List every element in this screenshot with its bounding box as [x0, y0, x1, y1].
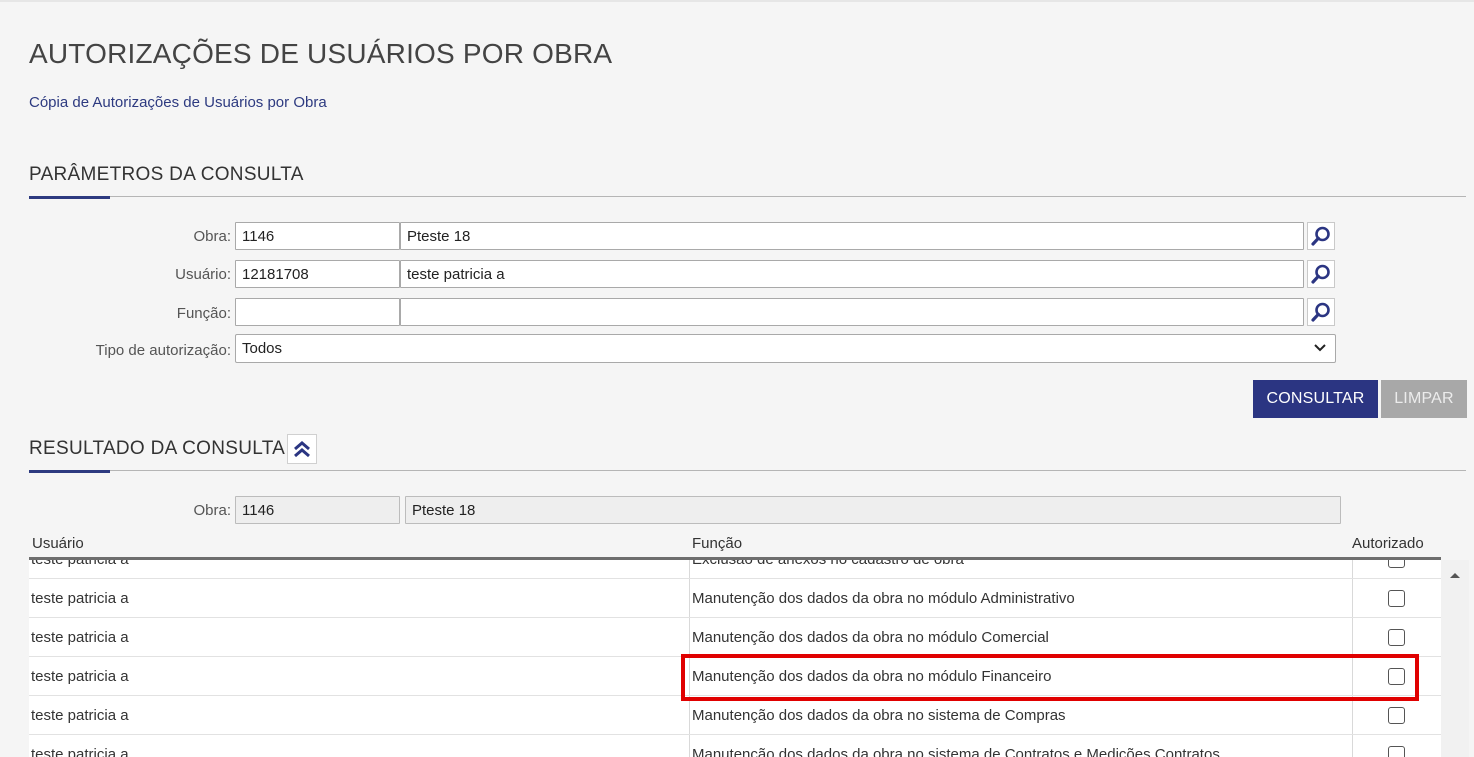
limpar-button[interactable]: LIMPAR: [1381, 380, 1467, 418]
column-separator: [689, 696, 690, 734]
autorizado-checkbox[interactable]: [1388, 629, 1405, 646]
obra-label: Obra:: [193, 228, 231, 245]
column-separator: [689, 560, 690, 578]
cell-usuario: teste patricia a: [31, 629, 129, 646]
cell-usuario: teste patricia a: [31, 590, 129, 607]
result-obra-label: Obra:: [193, 502, 231, 519]
top-border: [0, 0, 1474, 2]
column-separator: [689, 579, 690, 617]
autorizado-checkbox[interactable]: [1388, 707, 1405, 724]
column-separator: [689, 657, 690, 695]
table-row: teste patricia a Manutenção dos dados da…: [29, 735, 1441, 757]
cell-usuario: teste patricia a: [31, 746, 129, 757]
grid-vertical-scrollbar[interactable]: [1441, 560, 1469, 757]
column-separator: [689, 735, 690, 757]
column-header-autorizado[interactable]: Autorizado: [1352, 535, 1424, 552]
search-icon: [1311, 264, 1330, 284]
autorizado-checkbox[interactable]: [1388, 590, 1405, 607]
cell-funcao: Manutenção dos dados da obra no módulo A…: [692, 590, 1075, 607]
scroll-up-arrow-icon[interactable]: [1441, 565, 1469, 585]
column-separator: [1352, 696, 1353, 734]
result-section-accent: [29, 470, 110, 473]
cell-funcao: Manutenção dos dados da obra no módulo F…: [692, 668, 1052, 685]
search-icon: [1311, 226, 1330, 246]
autorizado-checkbox[interactable]: [1388, 746, 1405, 757]
column-header-funcao[interactable]: Função: [692, 535, 742, 552]
chevron-down-icon: [1314, 344, 1326, 352]
table-row: teste patricia a Exclusão de anexos no c…: [29, 560, 1441, 579]
page-title: AUTORIZAÇÕES DE USUÁRIOS POR OBRA: [29, 38, 613, 69]
usuario-code-input[interactable]: [235, 260, 400, 288]
cell-usuario: teste patricia a: [31, 707, 129, 724]
params-section-accent: [29, 196, 110, 199]
copy-authorizations-link[interactable]: Cópia de Autorizações de Usuários por Ob…: [29, 94, 327, 111]
cell-funcao: Manutenção dos dados da obra no sistema …: [692, 746, 1220, 757]
params-section-rule: [29, 196, 1466, 197]
usuario-name-input[interactable]: [400, 260, 1304, 288]
column-separator: [1352, 657, 1353, 695]
tipo-autorizacao-select[interactable]: Todos: [235, 334, 1336, 363]
obra-search-button[interactable]: [1307, 222, 1335, 250]
results-grid: teste patricia a Exclusão de anexos no c…: [29, 560, 1441, 757]
collapse-results-button[interactable]: [287, 434, 317, 464]
cell-usuario: teste patricia a: [31, 560, 689, 579]
cell-usuario: teste patricia a: [31, 668, 129, 685]
tipo-autorizacao-value: Todos: [242, 340, 283, 357]
usuario-label: Usuário:: [175, 266, 231, 283]
table-row: teste patricia a Manutenção dos dados da…: [29, 618, 1441, 657]
column-header-usuario[interactable]: Usuário: [32, 535, 84, 552]
results-grid-body: teste patricia a Exclusão de anexos no c…: [29, 560, 1441, 757]
column-separator: [1352, 735, 1353, 757]
funcao-label: Função:: [176, 305, 231, 322]
table-row: teste patricia a Manutenção dos dados da…: [29, 657, 1441, 696]
cell-funcao: Manutenção dos dados da obra no sistema …: [692, 707, 1066, 724]
double-chevron-up-icon: [294, 441, 310, 458]
result-obra-name: [405, 496, 1341, 524]
autorizado-checkbox[interactable]: [1388, 668, 1405, 685]
obra-name-input[interactable]: [400, 222, 1304, 250]
table-row: teste patricia a Manutenção dos dados da…: [29, 579, 1441, 618]
result-section-rule: [29, 470, 1466, 471]
table-row: teste patricia a Manutenção dos dados da…: [29, 696, 1441, 735]
params-section-title: PARÂMETROS DA CONSULTA: [29, 164, 304, 185]
column-separator: [689, 618, 690, 656]
search-icon: [1311, 302, 1330, 322]
obra-code-input[interactable]: [235, 222, 400, 250]
column-separator: [1352, 579, 1353, 617]
consultar-button[interactable]: CONSULTAR: [1253, 380, 1378, 418]
cell-funcao: Exclusão de anexos no cadastro de obra: [692, 560, 1352, 579]
autorizado-checkbox[interactable]: [1388, 560, 1405, 568]
tipo-autorizacao-label: Tipo de autorização:: [95, 342, 231, 359]
column-separator: [1352, 560, 1353, 578]
cell-funcao: Manutenção dos dados da obra no módulo C…: [692, 629, 1049, 646]
funcao-search-button[interactable]: [1307, 298, 1335, 326]
column-separator: [1352, 618, 1353, 656]
funcao-code-input[interactable]: [235, 298, 400, 326]
result-obra-code: [235, 496, 400, 524]
funcao-name-input[interactable]: [400, 298, 1304, 326]
result-section-title: RESULTADO DA CONSULTA: [29, 438, 286, 459]
usuario-search-button[interactable]: [1307, 260, 1335, 288]
